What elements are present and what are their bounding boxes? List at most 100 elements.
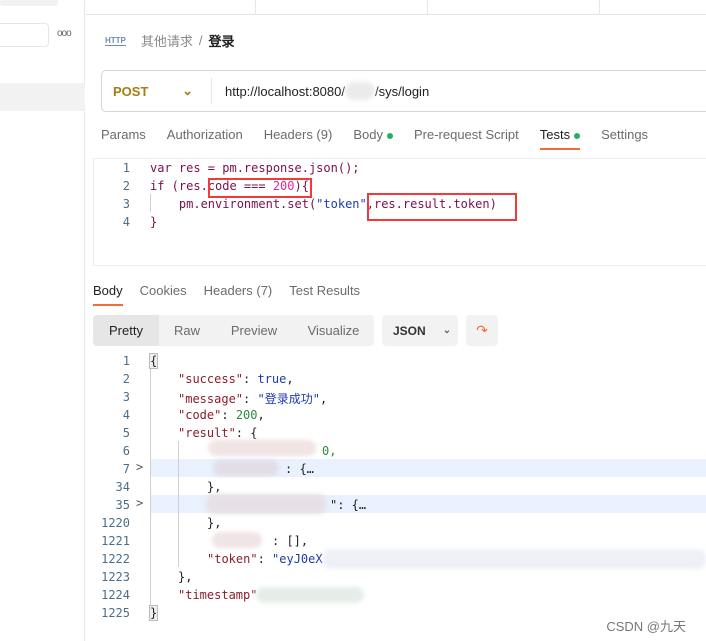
code-text: pm.environment.set(	[150, 197, 317, 211]
response-tabs: Body Cookies Headers (7) Test Results	[93, 283, 377, 307]
chevron-right-icon[interactable]: >	[136, 460, 143, 474]
tab-label: Test Results	[289, 283, 361, 298]
view-mode-switch: Pretty Raw Preview Visualize	[93, 315, 374, 346]
method-select[interactable]: POST ⌄	[102, 78, 212, 104]
json-key: "message"	[178, 392, 244, 406]
json-key: "token"	[207, 552, 258, 566]
view-preview[interactable]: Preview	[215, 315, 293, 346]
sidebar-search-input[interactable]	[0, 23, 49, 47]
json-brace: },	[207, 516, 222, 530]
format-select[interactable]: JSON ⌄	[382, 315, 458, 346]
tab-authorization[interactable]: Authorization	[167, 127, 243, 151]
tab-pre-request-script[interactable]: Pre-request Script	[414, 127, 519, 151]
tab-label: Settings	[601, 127, 649, 142]
request-tabs-bar	[86, 0, 706, 15]
json-key: "code"	[178, 408, 222, 422]
url-input[interactable]: http://localhost:8080/ /sys/login	[212, 82, 429, 100]
code-line: }	[150, 215, 157, 229]
wrap-lines-icon: ↷	[476, 322, 488, 338]
json-line: "message": "登录成功",	[178, 392, 328, 406]
view-visualize[interactable]: Visualize	[293, 315, 374, 346]
tab-label: Pre-request Script	[413, 127, 519, 142]
status-dot	[386, 132, 393, 139]
request-tab[interactable]	[256, 0, 428, 15]
code-keyword: if	[150, 179, 165, 193]
json-line: "token": "eyJ0eX	[207, 552, 323, 566]
view-pretty[interactable]: Pretty	[93, 315, 159, 346]
json-line: "success": true,	[178, 372, 294, 386]
redacted-value	[256, 587, 364, 603]
line-number: 5	[122, 426, 130, 440]
json-line: "code": 200,	[178, 408, 265, 422]
json-fold-text: ": {…	[330, 498, 367, 512]
chevron-right-icon[interactable]: >	[136, 496, 143, 510]
json-value: "登录成功"	[257, 392, 320, 406]
status-dot	[574, 132, 581, 139]
line-number: 3	[122, 197, 130, 211]
request-tab[interactable]	[428, 0, 600, 15]
chevron-down-icon: ⌄	[182, 83, 193, 98]
line-number: 4	[122, 215, 130, 229]
url-bar: POST ⌄ http://localhost:8080/ /sys/login	[101, 70, 706, 112]
json-brace: },	[178, 570, 193, 584]
code-line: var res = pm.response.json();	[150, 161, 360, 175]
line-number: 3	[122, 390, 130, 404]
tab-response-body[interactable]: Body	[93, 283, 123, 307]
tab-headers[interactable]: Headers (9)	[264, 127, 333, 151]
line-number: 1224	[101, 588, 130, 602]
line-number: 1223	[101, 570, 130, 584]
line-number: 1225	[101, 606, 130, 620]
view-raw[interactable]: Raw	[159, 315, 215, 346]
line-number: 2	[122, 179, 130, 193]
method-label: POST	[113, 83, 149, 99]
line-number: 1222	[101, 552, 130, 566]
tests-script-editor[interactable]: 1 2 3 4 var res = pm.response.json(); if…	[0, 158, 706, 266]
json-line: "result": {	[178, 426, 258, 440]
json-key: "success"	[178, 372, 244, 386]
tab-test-results[interactable]: Test Results	[289, 283, 360, 307]
tab-tests[interactable]: Tests	[539, 127, 581, 151]
breadcrumb-current[interactable]: 登录	[209, 31, 235, 50]
line-number: 1220	[101, 516, 130, 530]
ellipsis-icon[interactable]: ooo	[57, 28, 72, 39]
view-label: Raw	[173, 323, 200, 338]
view-label: Preview	[230, 323, 278, 338]
sidebar-selected-item[interactable]	[0, 83, 85, 111]
tab-label: Body	[93, 283, 123, 298]
line-number: 34	[115, 480, 130, 494]
request-tab[interactable]	[86, 0, 256, 15]
tab-response-headers[interactable]: Headers (7)	[204, 283, 273, 307]
request-config-tabs: Params Authorization Headers (9) Body Pr…	[101, 127, 669, 151]
json-key: "result"	[178, 426, 236, 440]
breadcrumb-parent[interactable]: 其他请求	[141, 31, 193, 50]
redacted-key	[212, 532, 262, 548]
tab-params[interactable]: Params	[101, 127, 146, 151]
url-prefix: http://localhost:8080/	[225, 83, 345, 99]
line-number: 1	[122, 161, 130, 175]
sidebar-button[interactable]	[27, 0, 58, 6]
breadcrumb: HTTP 其他请求 / 登录	[105, 31, 235, 50]
line-number: 6	[122, 444, 130, 458]
redacted-segment	[344, 82, 375, 100]
indent-guide	[178, 441, 179, 567]
watermark: CSDN @九天	[606, 619, 686, 634]
wrap-lines-button[interactable]: ↷	[466, 315, 498, 346]
json-brace: },	[207, 480, 222, 494]
code-string: "token"	[316, 197, 367, 211]
chevron-down-icon: ⌄	[442, 325, 452, 336]
tab-label: Authorization	[166, 127, 243, 142]
redacted-key	[213, 460, 279, 476]
tab-settings[interactable]: Settings	[601, 127, 648, 151]
redacted-key	[208, 440, 316, 456]
code-text: }	[150, 215, 158, 229]
response-body-viewer[interactable]: 1 2 3 4 5 6 7 34 35 1220 1221 1222 1223 1224 1225 > > …	[0, 351, 706, 631]
tab-body[interactable]: Body	[353, 127, 393, 151]
tab-label: Cookies	[139, 283, 187, 298]
line-number: 2	[122, 372, 130, 386]
tab-label: Body	[353, 127, 383, 142]
tab-cookies[interactable]: Cookies	[140, 283, 187, 307]
line-number: 4	[122, 408, 130, 422]
redacted-key	[206, 494, 326, 514]
line-number: 1221	[101, 534, 130, 548]
tab-label: Headers (7)	[203, 283, 273, 298]
